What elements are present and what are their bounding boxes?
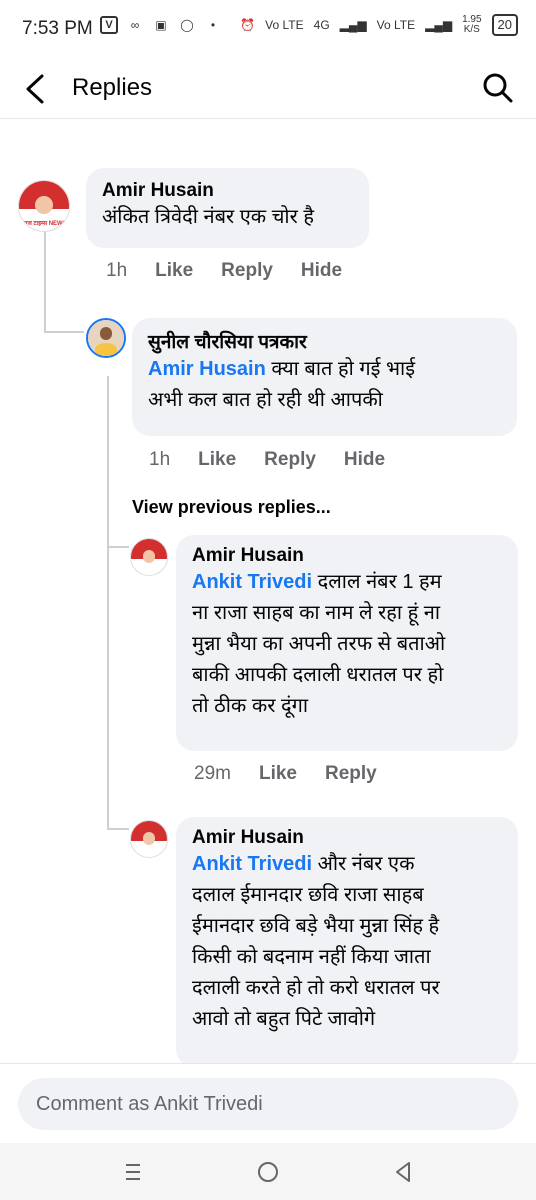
vidmate-icon: V (100, 16, 118, 34)
game-icon: ∞ (130, 18, 140, 32)
comment-input[interactable]: Comment as Ankit Trivedi (18, 1078, 518, 1130)
comment-actions: 1h Like Reply Hide (106, 260, 370, 282)
mention-link[interactable]: Amir Husain (148, 358, 266, 380)
comment-text-line: ना राजा साहब का नाम ले रहा हूं ना (192, 602, 441, 624)
comment-text-line: और नंबर एक (312, 853, 415, 875)
comment-time: 1h (106, 260, 128, 281)
reply-button[interactable]: Reply (264, 449, 316, 471)
battery-icon: 20 (491, 14, 518, 36)
sim1-label: Vo LTE (265, 18, 304, 32)
app-icon: ▣ (155, 18, 167, 32)
comment-time: 29m (194, 763, 231, 784)
comment-bubble: सुनील चौरसिया पत्रकार Amir Husain क्या ब… (132, 318, 517, 436)
hide-button[interactable]: Hide (344, 449, 385, 471)
app-bar: Replies (0, 60, 536, 119)
comment-actions: 29m Like Reply (194, 763, 405, 785)
comment-text-line: मुन्ना भैया का अपनी तरफ से बताओ (192, 633, 446, 655)
thread-line (44, 331, 84, 333)
comment-text-line: आवो तो बहुत पिटे जावोगे (192, 1008, 376, 1030)
thread-line (107, 546, 129, 548)
status-bar: 7:53 PM V ∞ ▣ ◯ • ⏰ Vo LTE 4G ▂▄▆ Vo LTE… (0, 0, 536, 60)
sim2-label: Vo LTE (376, 18, 416, 32)
system-nav-bar (0, 1143, 536, 1200)
comment-author[interactable]: Amir Husain (102, 180, 353, 202)
signal2-icon: ▂▄▆ (425, 18, 453, 32)
comment-text-line: क्या बात हो गई भाई (265, 358, 416, 380)
comment-text-line: ईमानदार छवि बड़े भैया मुन्ना सिंह है (192, 915, 440, 937)
comment-time: 1h (149, 449, 171, 470)
net-speed-unit: K/S (463, 24, 480, 35)
comment-text-line: दलाल ईमानदार छवि राजा साहब (192, 884, 424, 906)
like-button[interactable]: Like (259, 763, 297, 785)
comment-bubble: Amir Husain अंकित त्रिवेदी नंबर एक चोर ह… (86, 168, 369, 248)
comment-author[interactable]: Amir Husain (192, 545, 502, 567)
thread-line (44, 232, 46, 332)
like-button[interactable]: Like (198, 449, 236, 471)
back-arrow-icon[interactable] (20, 72, 50, 106)
net-type: 4G (313, 18, 330, 32)
dot-icon: • (210, 18, 216, 32)
comment-text: Ankit Trivedi दलाल नंबर 1 हम (192, 567, 502, 598)
avatar-text: आज टाइम्स NEWS (21, 221, 67, 227)
reply-button[interactable]: Reply (325, 763, 377, 785)
comment-text: Amir Husain क्या बात हो गई भाई (148, 354, 501, 385)
comment-text-line: बाकी आपकी दलाली धरातल पर हो (192, 664, 444, 686)
alarm-icon: ⏰ (240, 18, 256, 32)
avatar[interactable] (130, 538, 168, 576)
comment-text: Ankit Trivedi और नंबर एक (192, 849, 502, 880)
comment-author[interactable]: Amir Husain (192, 827, 502, 849)
comment-text: अंकित त्रिवेदी नंबर एक चोर है (102, 206, 314, 228)
comment-text-line: अभी कल बात हो रही थी आपकी (148, 389, 383, 411)
view-previous-replies-link[interactable]: View previous replies... (132, 497, 331, 518)
comment-bubble: Amir Husain Ankit Trivedi और नंबर एक दला… (176, 817, 518, 1067)
search-icon[interactable] (482, 72, 514, 104)
hide-button[interactable]: Hide (301, 260, 342, 282)
comment-actions: 1h Like Reply Hide (149, 449, 413, 471)
status-right: ⏰ Vo LTE 4G ▂▄▆ Vo LTE ▂▄▆ 1.95 K/S 20 (240, 14, 518, 36)
comment-text-line: दलाली करते हो तो करो धरातल पर (192, 977, 440, 999)
like-button[interactable]: Like (155, 260, 193, 282)
home-icon[interactable] (253, 1157, 283, 1187)
avatar[interactable] (130, 820, 168, 858)
mention-link[interactable]: Ankit Trivedi (192, 853, 312, 875)
page-title: Replies (72, 74, 153, 101)
back-nav-icon[interactable] (388, 1157, 418, 1187)
reply-button[interactable]: Reply (221, 260, 273, 282)
net-speed: 1.95 K/S (462, 15, 481, 35)
avatar[interactable] (86, 318, 126, 358)
comment-text-line: दलाल नंबर 1 हम (312, 571, 442, 593)
comment-text-line: किसी को बदनाम नहीं किया जाता (192, 946, 431, 968)
thread-line (107, 828, 129, 830)
whatsapp-icon: ◯ (180, 18, 194, 32)
notification-icons: V ∞ ▣ ◯ • (100, 16, 222, 34)
comment-author[interactable]: सुनील चौरसिया पत्रकार (148, 328, 501, 354)
status-time: 7:53 PM (22, 18, 93, 39)
mention-link[interactable]: Ankit Trivedi (192, 571, 312, 593)
thread-line (107, 376, 109, 829)
avatar[interactable]: आज टाइम्स NEWS (18, 180, 70, 232)
signal-icon: ▂▄▆ (339, 18, 367, 32)
comment-text-line: तो ठीक कर दूंगा (192, 695, 309, 717)
recents-icon[interactable] (118, 1157, 148, 1187)
comment-bubble: Amir Husain Ankit Trivedi दलाल नंबर 1 हम… (176, 535, 518, 751)
comment-composer: Comment as Ankit Trivedi (0, 1063, 536, 1144)
